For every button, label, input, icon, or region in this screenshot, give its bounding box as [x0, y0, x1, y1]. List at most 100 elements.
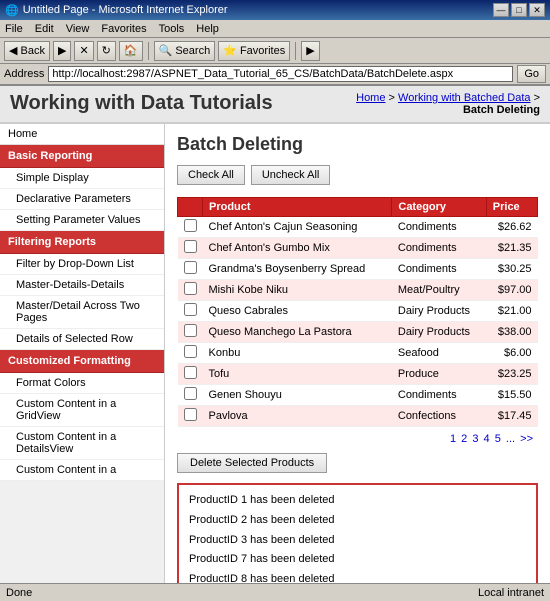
deleted-message: ProductID 7 has been deleted — [189, 550, 526, 570]
row-checkbox[interactable] — [184, 408, 197, 421]
breadcrumb-home[interactable]: Home — [356, 92, 385, 104]
check-all-button[interactable]: Check All — [177, 165, 245, 185]
media-button[interactable]: ▶ — [301, 41, 319, 61]
row-category: Dairy Products — [392, 322, 486, 343]
breadcrumb-current: Batch Deleting — [463, 104, 540, 116]
go-button[interactable]: Go — [517, 65, 546, 83]
title-bar: 🌐 Untitled Page - Microsoft Internet Exp… — [0, 0, 550, 20]
row-price: $97.00 — [486, 280, 537, 301]
menu-bar: File Edit View Favorites Tools Help — [0, 20, 550, 38]
sidebar-item-custom-detailsview[interactable]: Custom Content in a DetailsView — [0, 427, 164, 460]
menu-favorites[interactable]: Favorites — [101, 23, 146, 35]
row-checkbox-cell — [178, 364, 203, 385]
home-button[interactable]: 🏠 — [119, 41, 143, 61]
menu-view[interactable]: View — [66, 23, 90, 35]
toolbar: ◀ Back ▶ ✕ ↻ 🏠 🔍 Search ⭐ Favorites ▶ — [0, 38, 550, 64]
menu-edit[interactable]: Edit — [35, 23, 54, 35]
row-checkbox[interactable] — [184, 219, 197, 232]
menu-help[interactable]: Help — [196, 23, 219, 35]
search-button[interactable]: 🔍 Search — [154, 41, 216, 61]
page-1[interactable]: 1 — [450, 433, 456, 445]
deleted-message: ProductID 3 has been deleted — [189, 531, 526, 551]
deleted-message: ProductID 1 has been deleted — [189, 491, 526, 511]
pagination: 1 2 3 4 5 ... >> — [177, 433, 538, 445]
row-checkbox-cell — [178, 280, 203, 301]
sidebar-item-format-colors[interactable]: Format Colors — [0, 373, 164, 394]
row-checkbox-cell — [178, 259, 203, 280]
sidebar-item-custom-gridview[interactable]: Custom Content in a GridView — [0, 394, 164, 427]
breadcrumb-batched[interactable]: Working with Batched Data — [398, 92, 530, 104]
sidebar-item-declarative-parameters[interactable]: Declarative Parameters — [0, 189, 164, 210]
sidebar-item-simple-display[interactable]: Simple Display — [0, 168, 164, 189]
uncheck-all-button[interactable]: Uncheck All — [251, 165, 330, 185]
row-checkbox-cell — [178, 406, 203, 427]
row-checkbox[interactable] — [184, 261, 197, 274]
ie-icon: 🌐 — [5, 4, 19, 17]
main-content: Batch Deleting Check All Uncheck All Pro… — [165, 124, 550, 583]
row-category: Condiments — [392, 259, 486, 280]
row-checkbox[interactable] — [184, 324, 197, 337]
sidebar-item-custom-content[interactable]: Custom Content in a — [0, 460, 164, 481]
page-4[interactable]: 4 — [484, 433, 490, 445]
address-bar: Address Go — [0, 64, 550, 86]
close-button[interactable]: ✕ — [529, 3, 545, 17]
breadcrumb: Home > Working with Batched Data > Batch… — [356, 92, 540, 116]
breadcrumb-sep1: > — [389, 92, 398, 104]
row-product: Queso Cabrales — [203, 301, 392, 322]
row-checkbox[interactable] — [184, 240, 197, 253]
refresh-button[interactable]: ↻ — [97, 41, 116, 61]
row-category: Seafood — [392, 343, 486, 364]
stop-button[interactable]: ✕ — [74, 41, 93, 61]
row-checkbox[interactable] — [184, 345, 197, 358]
table-row: Grandma's Boysenberry Spread Condiments … — [178, 259, 538, 280]
maximize-button[interactable]: □ — [511, 3, 527, 17]
row-price: $15.50 — [486, 385, 537, 406]
row-checkbox[interactable] — [184, 366, 197, 379]
sidebar-item-details-selected[interactable]: Details of Selected Row — [0, 329, 164, 350]
row-checkbox-cell — [178, 385, 203, 406]
deleted-message: ProductID 2 has been deleted — [189, 511, 526, 531]
products-table: Product Category Price Chef Anton's Caju… — [177, 197, 538, 427]
row-checkbox-cell — [178, 238, 203, 259]
sidebar-section-basic-reporting: Basic Reporting — [0, 145, 164, 168]
row-category: Condiments — [392, 217, 486, 238]
sidebar-item-filter-dropdown[interactable]: Filter by Drop-Down List — [0, 254, 164, 275]
row-checkbox[interactable] — [184, 282, 197, 295]
page-3[interactable]: 3 — [472, 433, 478, 445]
row-checkbox[interactable] — [184, 303, 197, 316]
col-header-category: Category — [392, 198, 486, 217]
row-checkbox-cell — [178, 301, 203, 322]
site-title: Working with Data Tutorials — [10, 92, 273, 115]
page-next[interactable]: >> — [520, 433, 533, 445]
page-ellipsis[interactable]: ... — [506, 433, 515, 445]
sidebar-item-master-details[interactable]: Master-Details-Details — [0, 275, 164, 296]
forward-button[interactable]: ▶ — [53, 41, 71, 61]
minimize-button[interactable]: — — [493, 3, 509, 17]
row-checkbox-cell — [178, 343, 203, 364]
page-header: Working with Data Tutorials Home > Worki… — [0, 86, 550, 124]
sidebar-item-setting-parameter[interactable]: Setting Parameter Values — [0, 210, 164, 231]
row-checkbox[interactable] — [184, 387, 197, 400]
toolbar-separator — [148, 42, 149, 60]
table-row: Pavlova Confections $17.45 — [178, 406, 538, 427]
table-row: Chef Anton's Cajun Seasoning Condiments … — [178, 217, 538, 238]
page-5[interactable]: 5 — [495, 433, 501, 445]
row-product: Queso Manchego La Pastora — [203, 322, 392, 343]
delete-button[interactable]: Delete Selected Products — [177, 453, 327, 473]
row-price: $23.25 — [486, 364, 537, 385]
sidebar-section-customized: Customized Formatting — [0, 350, 164, 373]
table-row: Chef Anton's Gumbo Mix Condiments $21.35 — [178, 238, 538, 259]
menu-file[interactable]: File — [5, 23, 23, 35]
row-product: Tofu — [203, 364, 392, 385]
sidebar-item-home[interactable]: Home — [0, 124, 164, 145]
menu-tools[interactable]: Tools — [159, 23, 185, 35]
address-input[interactable] — [48, 66, 513, 82]
page-2[interactable]: 2 — [461, 433, 467, 445]
toolbar-separator2 — [295, 42, 296, 60]
back-button[interactable]: ◀ Back — [4, 41, 50, 61]
row-price: $21.35 — [486, 238, 537, 259]
window-title: Untitled Page - Microsoft Internet Explo… — [23, 4, 228, 16]
favorites-button[interactable]: ⭐ Favorites — [218, 41, 290, 61]
sidebar-item-master-detail-two[interactable]: Master/Detail Across Two Pages — [0, 296, 164, 329]
status-zone: Local intranet — [478, 587, 544, 599]
